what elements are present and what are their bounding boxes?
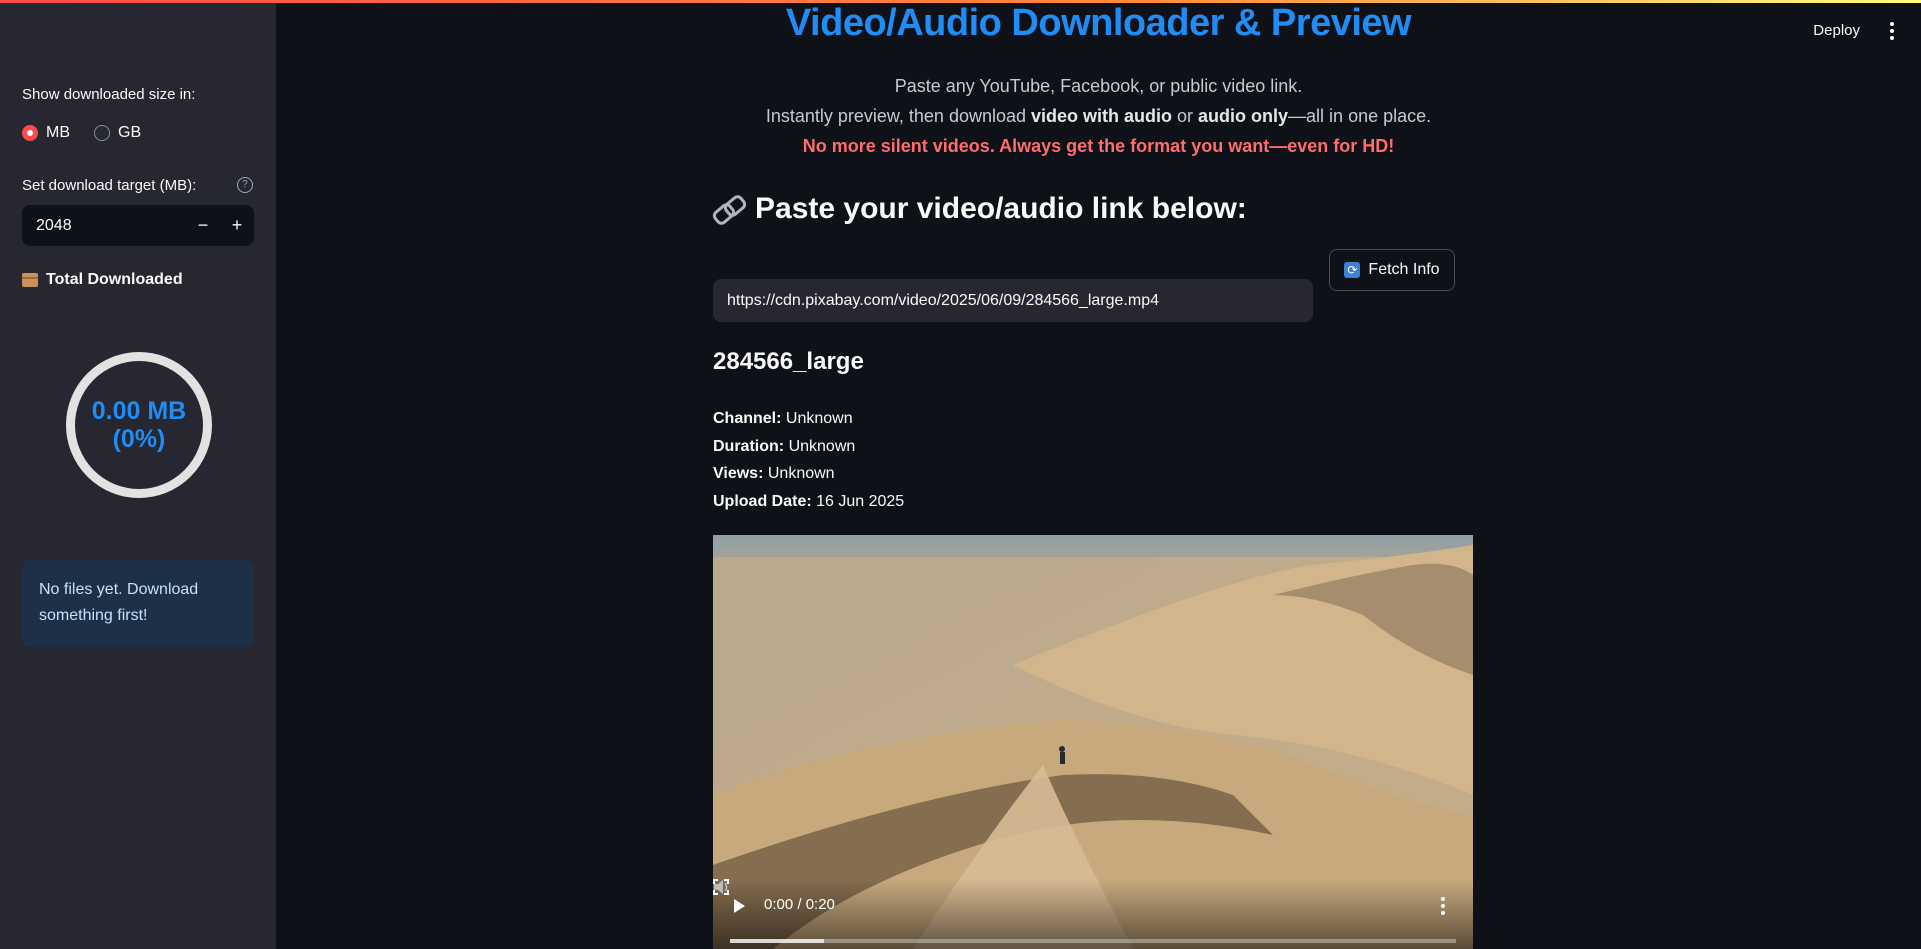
meta-value: Unknown [785, 410, 853, 427]
video-url-input[interactable]: https://cdn.pixabay.com/video/2025/06/09… [713, 279, 1313, 322]
subtitle-text: or [1172, 106, 1199, 126]
meta-channel: Channel: Unknown [713, 410, 853, 428]
meta-label: Channel: [713, 410, 782, 427]
total-downloaded-heading: Total Downloaded [22, 271, 183, 289]
paste-link-heading: Paste your video/audio link below: [713, 192, 1247, 226]
subtitle-text: —all in one place. [1288, 106, 1432, 126]
video-progress-bar[interactable] [730, 939, 1456, 943]
no-files-info-box: No files yet. Download something first! [22, 560, 254, 647]
download-target-stepper: 2048 − + [22, 205, 254, 246]
meta-value: Unknown [788, 438, 856, 455]
meta-views: Views: Unknown [713, 465, 835, 483]
download-target-label: Set download target (MB): [22, 177, 197, 194]
top-decoration-bar [0, 0, 1921, 3]
gauge-percent-value: (0%) [112, 425, 166, 453]
radio-selected-icon[interactable] [22, 125, 38, 141]
meta-value: Unknown [767, 465, 835, 482]
radio-option-gb[interactable]: GB [94, 124, 141, 142]
video-controls: 0:00 / 0:20 [713, 879, 1473, 949]
main-content: Deploy Video/Audio Downloader & Preview … [276, 0, 1921, 949]
gauge-size-value: 0.00 MB [91, 397, 187, 425]
total-downloaded-label: Total Downloaded [46, 271, 183, 288]
play-icon[interactable] [734, 899, 745, 913]
video-player[interactable]: 0:00 / 0:20 [713, 535, 1473, 949]
subtitle-line-2: Instantly preview, then download video w… [276, 106, 1921, 127]
size-unit-radio-group: MB GB [22, 124, 155, 142]
page-title: Video/Audio Downloader & Preview [785, 2, 1412, 44]
subtitle-text: Instantly preview, then download [765, 106, 1032, 126]
video-title: 284566_large [713, 348, 864, 375]
format-warning: No more silent videos. Always get the fo… [802, 136, 1395, 156]
refresh-icon: ⟳ [1344, 262, 1361, 278]
package-icon [22, 273, 38, 287]
radio-unselected-icon[interactable] [94, 125, 110, 141]
meta-duration: Duration: Unknown [713, 438, 855, 456]
link-icon [713, 198, 745, 220]
video-time-display: 0:00 / 0:20 [764, 896, 835, 913]
meta-label: Duration: [713, 438, 785, 455]
size-unit-label: Show downloaded size in: [22, 86, 196, 103]
fullscreen-icon[interactable] [713, 879, 729, 895]
subtitle-bold-video: video with audio [1031, 106, 1173, 126]
help-icon[interactable]: ? [237, 177, 253, 193]
decrement-button[interactable]: − [186, 205, 220, 246]
download-progress-gauge: 0.00 MB (0%) [66, 352, 212, 498]
sidebar: Show downloaded size in: MB GB Set downl… [0, 0, 276, 949]
increment-button[interactable]: + [220, 205, 254, 246]
radio-option-mb[interactable]: MB [22, 124, 70, 142]
radio-label-gb: GB [118, 124, 142, 141]
meta-label: Views: [713, 465, 764, 482]
radio-label-mb: MB [46, 124, 70, 141]
subtitle-bold-audio: audio only [1198, 106, 1289, 126]
fetch-info-label: Fetch Info [1368, 261, 1440, 278]
download-target-input[interactable]: 2048 [22, 217, 186, 235]
meta-label: Upload Date: [713, 493, 812, 510]
video-more-options-icon[interactable] [1441, 897, 1445, 915]
paste-link-heading-text: Paste your video/audio link below: [755, 192, 1247, 225]
meta-value: 16 Jun 2025 [816, 493, 905, 510]
subtitle-line-1: Paste any YouTube, Facebook, or public v… [894, 76, 1303, 96]
video-buffered-bar [730, 939, 825, 943]
fetch-info-button[interactable]: ⟳ Fetch Info [1329, 249, 1455, 291]
meta-upload-date: Upload Date: 16 Jun 2025 [713, 493, 904, 511]
